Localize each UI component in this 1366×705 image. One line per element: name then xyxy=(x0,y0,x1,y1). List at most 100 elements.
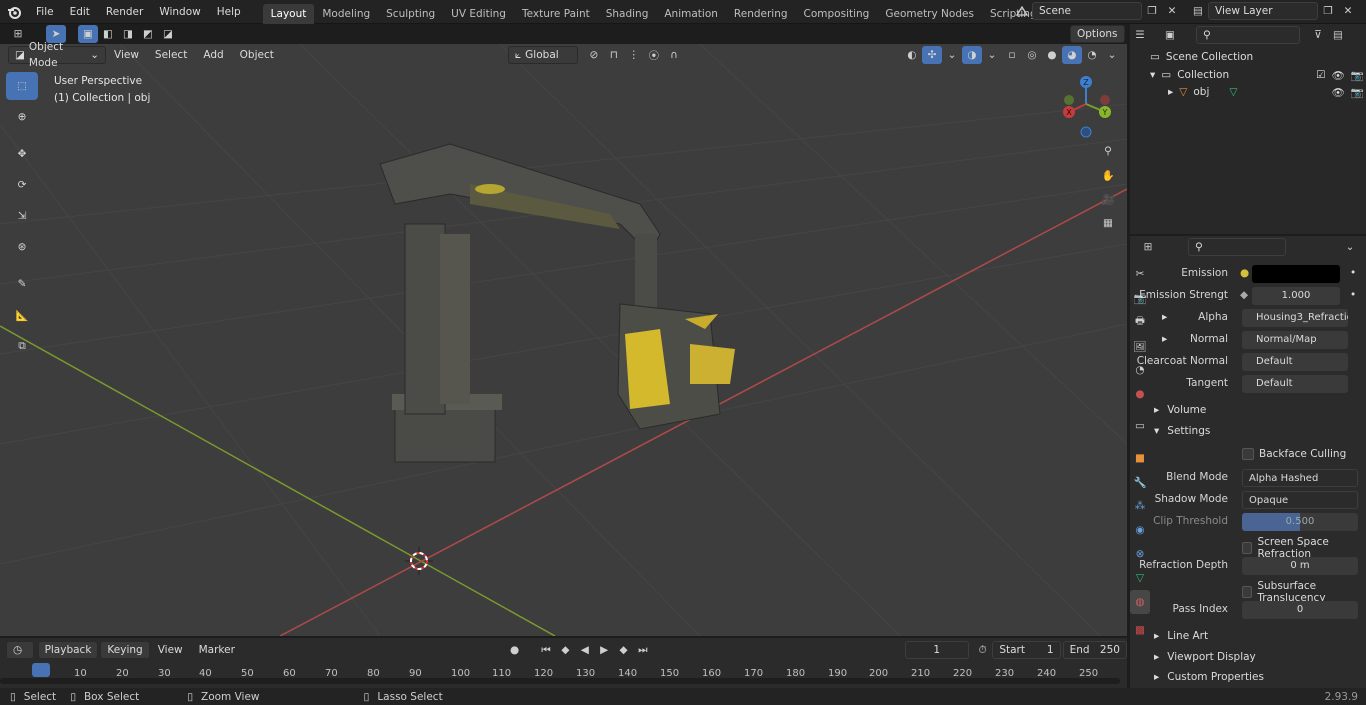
snap-icon[interactable]: ⊓ xyxy=(604,46,624,64)
delete-scene-icon[interactable]: ✕ xyxy=(1162,2,1182,20)
view-layer-field[interactable]: View Layer xyxy=(1208,2,1318,20)
normal-link-field[interactable]: Normal/Map xyxy=(1242,331,1348,349)
tweak-select-tool-icon[interactable]: ⬚ xyxy=(6,72,38,100)
jump-end-icon[interactable]: ⏭ xyxy=(633,641,652,659)
tab-sculpting[interactable]: Sculpting xyxy=(378,4,443,24)
editor-type-selector[interactable]: ⊞ ➤ ▣ ◧ ◨ ◩ ◪ xyxy=(8,25,178,43)
xray-icon[interactable]: ▫ xyxy=(1002,46,1022,64)
checkbox-icon[interactable] xyxy=(1242,586,1253,598)
timeline-menu-view[interactable]: View xyxy=(150,638,191,662)
current-frame-field[interactable]: 1 xyxy=(904,641,969,659)
shadow-mode-dropdown[interactable]: Opaque xyxy=(1242,491,1358,509)
outliner-editor-type-icon[interactable]: ☰ xyxy=(1130,26,1150,44)
ortho-toggle-icon[interactable]: ▦ xyxy=(1098,214,1118,232)
select-extend-icon[interactable]: ◧ xyxy=(98,25,118,43)
tab-texture-paint[interactable]: Texture Paint xyxy=(514,4,598,24)
clearcoat-normal-field[interactable]: Default xyxy=(1242,353,1348,371)
overlay-dropdown-icon[interactable]: ⌄ xyxy=(982,46,1002,64)
snap-target-icon[interactable]: ⋮ xyxy=(624,46,644,64)
select-new-icon[interactable]: ▣ xyxy=(78,25,98,43)
blender-logo-icon[interactable] xyxy=(0,3,28,21)
keyframe-dot-icon[interactable]: • xyxy=(1350,267,1356,279)
properties-search-input[interactable]: ⚲ xyxy=(1188,238,1286,256)
clip-threshold-slider[interactable]: 0.500 xyxy=(1242,513,1358,531)
pan-hand-icon[interactable]: ✋ xyxy=(1098,166,1118,184)
outliner-collection-row[interactable]: ▾ ▭ Collection ☑ 👁 📷 xyxy=(1150,66,1364,84)
keyframe-dot-icon[interactable]: • xyxy=(1350,289,1356,301)
tab-uv-editing[interactable]: UV Editing xyxy=(443,4,514,24)
tab-modeling[interactable]: Modeling xyxy=(314,4,378,24)
gizmo-toggle-icon[interactable]: ✣ xyxy=(922,46,942,64)
start-frame-field[interactable]: Start 1 xyxy=(992,641,1061,659)
next-keyframe-icon[interactable]: ◆ xyxy=(614,641,633,659)
backface-culling-checkbox[interactable]: Backface Culling xyxy=(1242,448,1346,460)
transform-orientation-dropdown[interactable]: ⟀ Global xyxy=(507,46,578,64)
3d-viewport[interactable] xyxy=(0,44,1127,636)
volume-panel-header[interactable]: ▸ Volume xyxy=(1154,400,1206,420)
zoom-icon[interactable]: ⚲ xyxy=(1098,142,1118,160)
outliner-scene-collection[interactable]: ▭ Scene Collection xyxy=(1150,48,1253,66)
filter-icon[interactable]: ⊽ xyxy=(1308,26,1328,44)
new-collection-icon[interactable]: ▤ xyxy=(1328,26,1348,44)
blend-mode-dropdown[interactable]: Alpha Hashed xyxy=(1242,469,1358,487)
overlay-toggle-icon[interactable]: ◑ xyxy=(962,46,982,64)
line-art-panel-header[interactable]: ▸ Line Art xyxy=(1154,626,1208,646)
wireframe-shading-icon[interactable]: ◎ xyxy=(1022,46,1042,64)
menu-render[interactable]: Render xyxy=(98,0,151,24)
scale-tool-icon[interactable]: ⇲ xyxy=(6,202,38,230)
expand-arrow-icon[interactable]: ▾ xyxy=(1150,69,1155,81)
expand-arrow-icon[interactable]: ▸ xyxy=(1162,333,1167,345)
expand-arrow-icon[interactable]: ▸ xyxy=(1162,311,1167,323)
select-subtract-icon[interactable]: ◨ xyxy=(118,25,138,43)
camera-view-icon[interactable]: 🎥 xyxy=(1098,190,1118,208)
end-frame-field[interactable]: End 250 xyxy=(1062,641,1127,659)
scene-selector[interactable]: Scene ❐ ✕ xyxy=(1012,2,1182,20)
visibility-icon[interactable]: ◐ xyxy=(902,46,922,64)
emission-color-swatch[interactable] xyxy=(1252,265,1340,283)
tab-layout[interactable]: Layout xyxy=(262,3,315,24)
options-button[interactable]: Options xyxy=(1070,25,1125,43)
transform-tool-icon[interactable]: ⊛ xyxy=(6,233,38,261)
prev-keyframe-icon[interactable]: ◆ xyxy=(556,641,575,659)
viewport-menu-add[interactable]: Add xyxy=(195,43,231,67)
tab-shading[interactable]: Shading xyxy=(598,4,657,24)
view-layer-selector[interactable]: ▤ View Layer ❐ ✕ xyxy=(1188,2,1358,20)
refraction-depth-field[interactable]: 0 m xyxy=(1242,557,1358,575)
viewport-menu-object[interactable]: Object xyxy=(232,43,282,67)
timeline-editor-type-icon[interactable]: ◷ xyxy=(6,641,34,659)
proportional-edit-icon[interactable]: ⦿ xyxy=(644,46,664,64)
collection-tab-icon[interactable]: ▭ xyxy=(1130,414,1150,438)
render-camera-icon[interactable]: 📷 xyxy=(1351,69,1364,82)
record-icon[interactable]: ● xyxy=(505,641,524,659)
tab-animation[interactable]: Animation xyxy=(656,4,726,24)
properties-options-icon[interactable]: ⌄ xyxy=(1340,238,1360,256)
expand-arrow-icon[interactable]: ▸ xyxy=(1168,86,1173,98)
render-camera-icon[interactable]: 📷 xyxy=(1351,86,1364,99)
rendered-shading-icon[interactable]: ◔ xyxy=(1082,46,1102,64)
settings-panel-header[interactable]: ▾ Settings xyxy=(1154,421,1210,441)
scene-name-field[interactable]: Scene xyxy=(1032,2,1142,20)
viewport-menu-view[interactable]: View xyxy=(106,43,147,67)
shading-dropdown-icon[interactable]: ⌄ xyxy=(1102,46,1122,64)
tab-geometry-nodes[interactable]: Geometry Nodes xyxy=(877,4,982,24)
select-invert-icon[interactable]: ◩ xyxy=(138,25,158,43)
menu-window[interactable]: Window xyxy=(151,0,208,24)
properties-editor-type-icon[interactable]: ⊞ xyxy=(1138,238,1158,256)
select-intersect-icon[interactable]: ◪ xyxy=(158,25,178,43)
outliner-search-input[interactable]: ⚲ xyxy=(1196,26,1300,44)
pivot-icon[interactable]: ⊘ xyxy=(584,46,604,64)
rotate-tool-icon[interactable]: ⟳ xyxy=(6,171,38,199)
display-mode-icon[interactable]: ▣ xyxy=(1160,26,1180,44)
playhead[interactable] xyxy=(32,663,50,677)
timeline-menu-marker[interactable]: Marker xyxy=(191,638,243,662)
stopwatch-icon[interactable]: ⏱ xyxy=(973,641,992,659)
add-cube-tool-icon[interactable]: ⧉ xyxy=(6,332,38,360)
checkbox-icon[interactable] xyxy=(1242,542,1253,554)
cursor-tool-icon[interactable]: ⊕ xyxy=(6,103,38,131)
outliner-object-row[interactable]: ▸ ▽ obj ▽ 👁 📷 xyxy=(1168,83,1364,101)
exclude-checkbox-icon[interactable]: ☑ xyxy=(1316,69,1325,81)
alpha-link-field[interactable]: Housing3_Refractio... xyxy=(1242,309,1348,327)
mesh-data-icon[interactable]: ▽ xyxy=(1229,86,1237,98)
mode-selector[interactable]: ◪ Object Mode ⌄ xyxy=(8,41,106,69)
emission-strength-field[interactable]: 1.000 xyxy=(1252,287,1340,305)
